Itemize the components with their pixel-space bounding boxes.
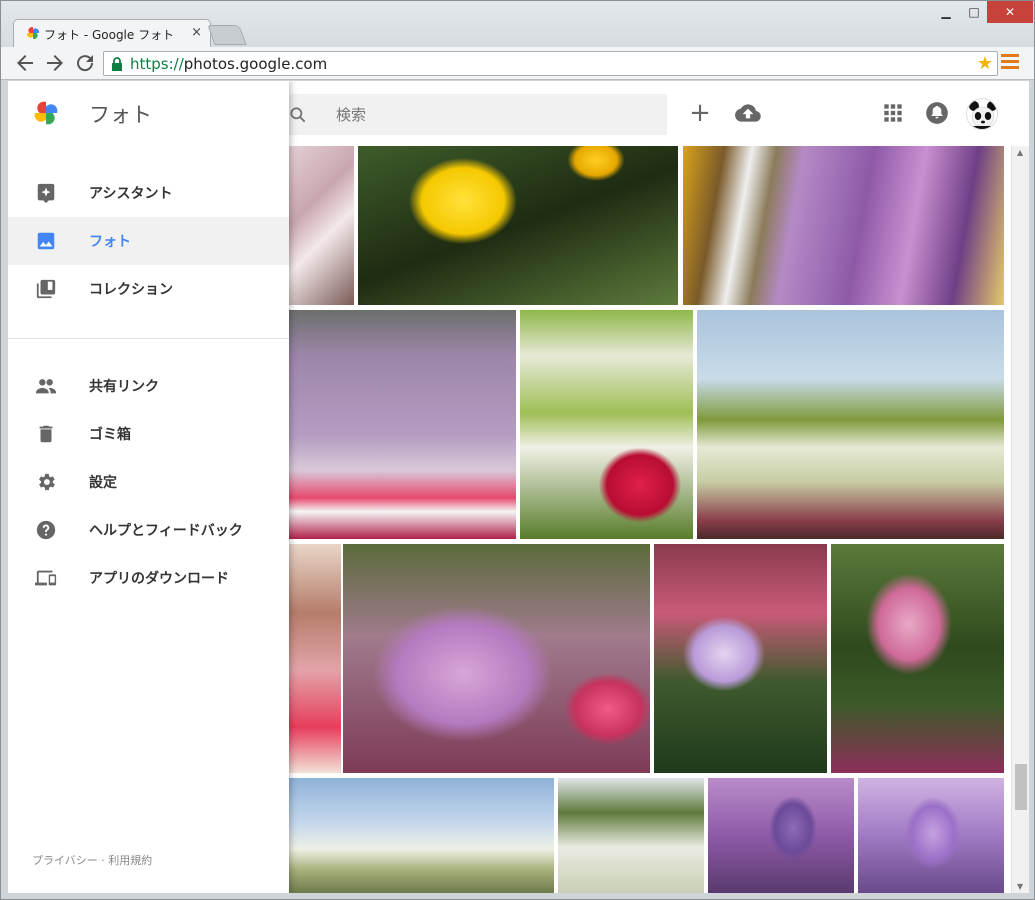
- search-icon: [290, 107, 306, 123]
- search-input[interactable]: [336, 94, 656, 135]
- page-scrollbar[interactable]: ▲ ▼: [1011, 146, 1029, 893]
- photo-tile[interactable]: [654, 544, 827, 773]
- url-host: photos.google.com: [183, 55, 328, 73]
- scroll-up-icon[interactable]: ▲: [1017, 148, 1023, 157]
- nav-item-help[interactable]: ヘルプとフィードバック: [8, 506, 289, 554]
- drawer-footer: プライバシー · 利用規約: [32, 852, 152, 868]
- nav-item-photos[interactable]: フォト: [8, 217, 289, 265]
- browser-window: フォト - Google フォト × ▁ □ ✕ https://photos.…: [0, 0, 1035, 900]
- nav-item-trash[interactable]: ゴミ箱: [8, 410, 289, 458]
- photo-tile[interactable]: [697, 310, 1004, 539]
- notifications-icon[interactable]: [924, 100, 950, 126]
- add-icon[interactable]: +: [687, 100, 713, 126]
- nav-label-help: ヘルプとフィードバック: [89, 523, 243, 539]
- tab-google-photos[interactable]: フォト - Google フォト ×: [13, 19, 211, 47]
- nav-label-shared-links: 共有リンク: [89, 379, 159, 395]
- photo-tile[interactable]: [343, 544, 650, 773]
- back-arrow-icon[interactable]: [13, 51, 37, 75]
- privacy-link[interactable]: プライバシー: [32, 854, 98, 867]
- scroll-thumb[interactable]: [1015, 764, 1027, 810]
- nav-item-assistant[interactable]: アシスタント: [8, 169, 289, 217]
- gear-icon: [39, 473, 55, 491]
- nav-label-photos: フォト: [89, 234, 131, 250]
- nav-label-collections: コレクション: [89, 282, 173, 298]
- scroll-down-icon[interactable]: ▼: [1017, 882, 1023, 891]
- photo-icon: [37, 232, 55, 250]
- chrome-menu-icon[interactable]: [1001, 54, 1019, 72]
- nav-label-assistant: アシスタント: [89, 186, 173, 202]
- apps-icon[interactable]: [880, 100, 906, 126]
- avatar[interactable]: [966, 98, 998, 130]
- minimize-button[interactable]: ▁: [933, 1, 959, 23]
- lock-icon: [112, 57, 122, 71]
- nav-label-settings: 設定: [89, 475, 117, 491]
- collections-icon: [36, 279, 56, 299]
- nav-label-download-apps: アプリのダウンロード: [89, 571, 229, 587]
- photo-tile[interactable]: [274, 778, 554, 893]
- url-scheme: https://: [130, 55, 184, 73]
- navigation-drawer: フォト アシスタント フォト コレクション 共有リンク ゴミ箱 設定 ヘルプとフ…: [8, 81, 289, 893]
- bookmark-star-icon[interactable]: ★: [977, 53, 993, 74]
- search-box[interactable]: [274, 94, 667, 135]
- nav-label-trash: ゴミ箱: [89, 427, 131, 443]
- photo-tile[interactable]: [274, 310, 516, 539]
- photo-tile[interactable]: [520, 310, 693, 539]
- maximize-button[interactable]: □: [961, 1, 987, 23]
- google-photos-favicon: [27, 27, 39, 39]
- nav-item-shared-links[interactable]: 共有リンク: [8, 362, 289, 410]
- page-content: +: [8, 81, 1029, 893]
- photo-tile[interactable]: [558, 778, 704, 893]
- nav-item-download-apps[interactable]: アプリのダウンロード: [8, 554, 289, 602]
- upload-icon[interactable]: [735, 100, 761, 126]
- trash-icon: [39, 425, 53, 443]
- new-tab-button[interactable]: [207, 25, 247, 45]
- drawer-title: フォト: [89, 103, 152, 127]
- photo-tile[interactable]: [831, 544, 1004, 773]
- tab-close-icon[interactable]: ×: [191, 25, 202, 40]
- reload-icon[interactable]: [73, 51, 97, 75]
- devices-icon: [35, 570, 57, 586]
- photo-tile[interactable]: [358, 146, 678, 305]
- nav-item-collections[interactable]: コレクション: [8, 265, 289, 313]
- google-photos-logo[interactable]: [34, 101, 58, 125]
- photo-tile[interactable]: [708, 778, 854, 893]
- photo-tile[interactable]: [858, 778, 1004, 893]
- people-icon: [35, 379, 57, 394]
- drawer-divider: [8, 338, 289, 339]
- url-text: https://photos.google.com: [130, 55, 327, 73]
- photo-tile[interactable]: [683, 146, 1004, 305]
- tab-title: フォト - Google フォト: [44, 28, 175, 42]
- assistant-icon: [37, 183, 55, 204]
- terms-link[interactable]: 利用規約: [108, 854, 152, 867]
- help-icon: [36, 520, 56, 540]
- browser-toolbar: https://photos.google.com ★: [1, 47, 1034, 80]
- nav-item-settings[interactable]: 設定: [8, 458, 289, 506]
- footer-separator: ·: [101, 854, 105, 867]
- title-bar: フォト - Google フォト × ▁ □ ✕: [1, 1, 1034, 47]
- forward-arrow-icon[interactable]: [43, 51, 67, 75]
- close-window-button[interactable]: ✕: [987, 1, 1033, 23]
- address-bar[interactable]: https://photos.google.com ★: [103, 51, 998, 76]
